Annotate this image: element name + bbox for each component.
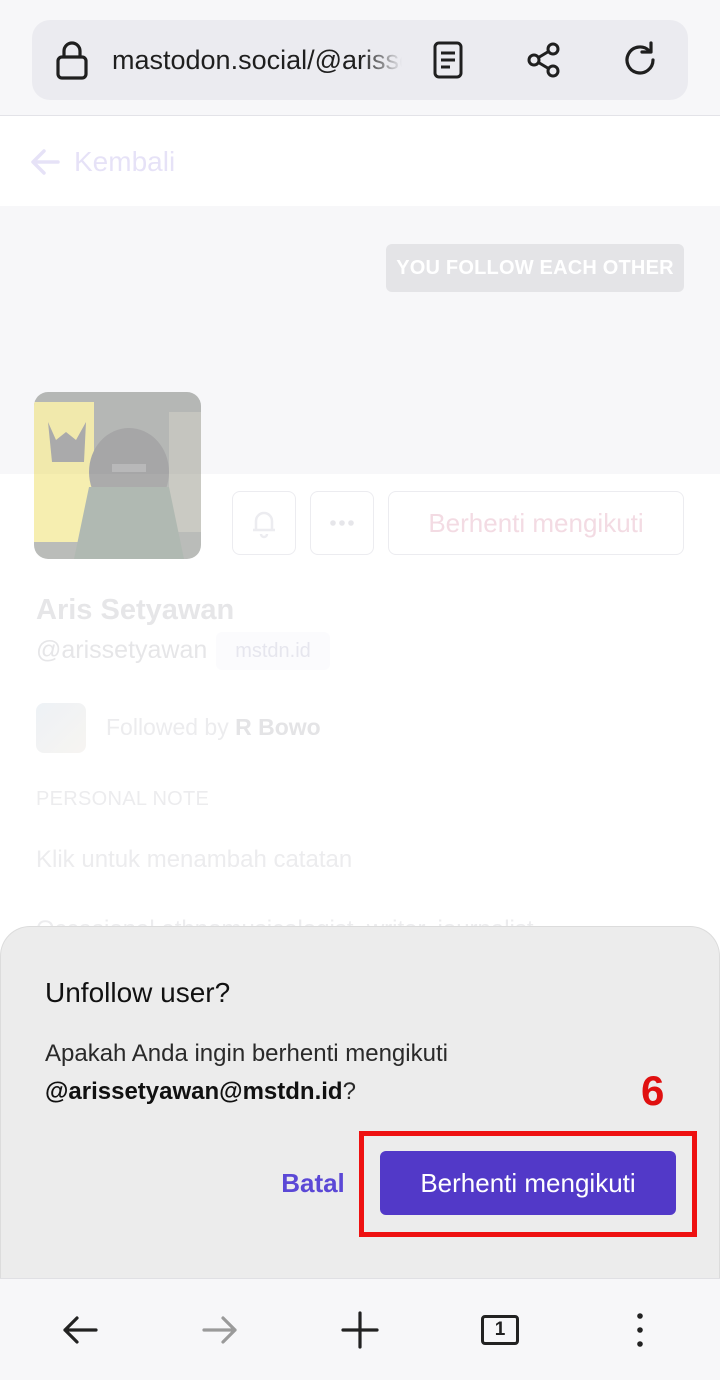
relationship-badge: YOU FOLLOW EACH OTHER xyxy=(386,244,684,292)
forward-button[interactable] xyxy=(198,1308,242,1352)
address-bar[interactable]: mastodon.social/@arissetyawan xyxy=(32,20,688,100)
menu-button[interactable] xyxy=(618,1308,662,1352)
account-handle: @arissetyawan xyxy=(36,636,208,664)
tabs-button[interactable]: 1 xyxy=(478,1308,522,1352)
lock-icon[interactable] xyxy=(54,40,90,80)
bell-icon xyxy=(253,511,275,539)
tab-count: 1 xyxy=(481,1315,519,1345)
domain-badge: mstdn.id xyxy=(216,632,330,670)
new-tab-button[interactable] xyxy=(338,1308,382,1352)
back-label: Kembali xyxy=(74,146,176,177)
dialog-account: @arissetyawan@mstdn.id xyxy=(45,1078,343,1105)
dialog-message: Apakah Anda ingin berhenti mengikuti @ar… xyxy=(45,1035,448,1111)
dialog-message-suffix: ? xyxy=(342,1078,356,1105)
browser-bottom-nav: 1 xyxy=(0,1278,720,1380)
more-options-button[interactable] xyxy=(310,491,374,555)
dialog-message-text: Apakah Anda ingin berhenti mengikuti xyxy=(45,1040,448,1067)
ellipsis-icon xyxy=(330,520,354,526)
back-button[interactable] xyxy=(58,1308,102,1352)
personal-note-label: PERSONAL NOTE xyxy=(36,788,210,810)
followed-by-prefix: Followed by xyxy=(106,714,229,740)
plus-icon xyxy=(341,1311,379,1349)
followed-by-name[interactable]: R Bowo xyxy=(235,714,321,740)
reader-mode-icon[interactable] xyxy=(428,40,468,80)
unfollow-button[interactable]: Berhenti mengikuti xyxy=(388,491,684,555)
cancel-button[interactable]: Batal xyxy=(265,1157,361,1209)
step-number-annotation: 6 xyxy=(641,1067,665,1114)
back-link[interactable]: Kembali xyxy=(28,138,175,186)
url-text[interactable]: mastodon.social/@arissetyawan xyxy=(112,44,402,76)
back-arrow-icon xyxy=(31,149,60,175)
follower-avatar[interactable] xyxy=(36,703,86,753)
confirm-unfollow-button[interactable]: Berhenti mengikuti xyxy=(380,1151,676,1215)
personal-note-input[interactable]: Klik untuk menambah catatan xyxy=(36,846,352,874)
followed-by-text: Followed by R Bowo xyxy=(106,714,321,741)
reload-icon[interactable] xyxy=(620,40,660,80)
browser-toolbar: mastodon.social/@arissetyawan xyxy=(0,0,720,116)
forward-arrow-icon xyxy=(202,1316,237,1344)
dialog-title: Unfollow user? xyxy=(45,977,231,1008)
back-arrow-icon xyxy=(63,1316,98,1344)
display-name: Aris Setyawan xyxy=(36,594,235,626)
menu-icon xyxy=(637,1313,643,1347)
share-icon[interactable] xyxy=(524,40,564,80)
avatar[interactable] xyxy=(34,392,201,559)
unfollow-dialog: Unfollow user? Apakah Anda ingin berhent… xyxy=(0,926,720,1278)
notify-button[interactable] xyxy=(232,491,296,555)
